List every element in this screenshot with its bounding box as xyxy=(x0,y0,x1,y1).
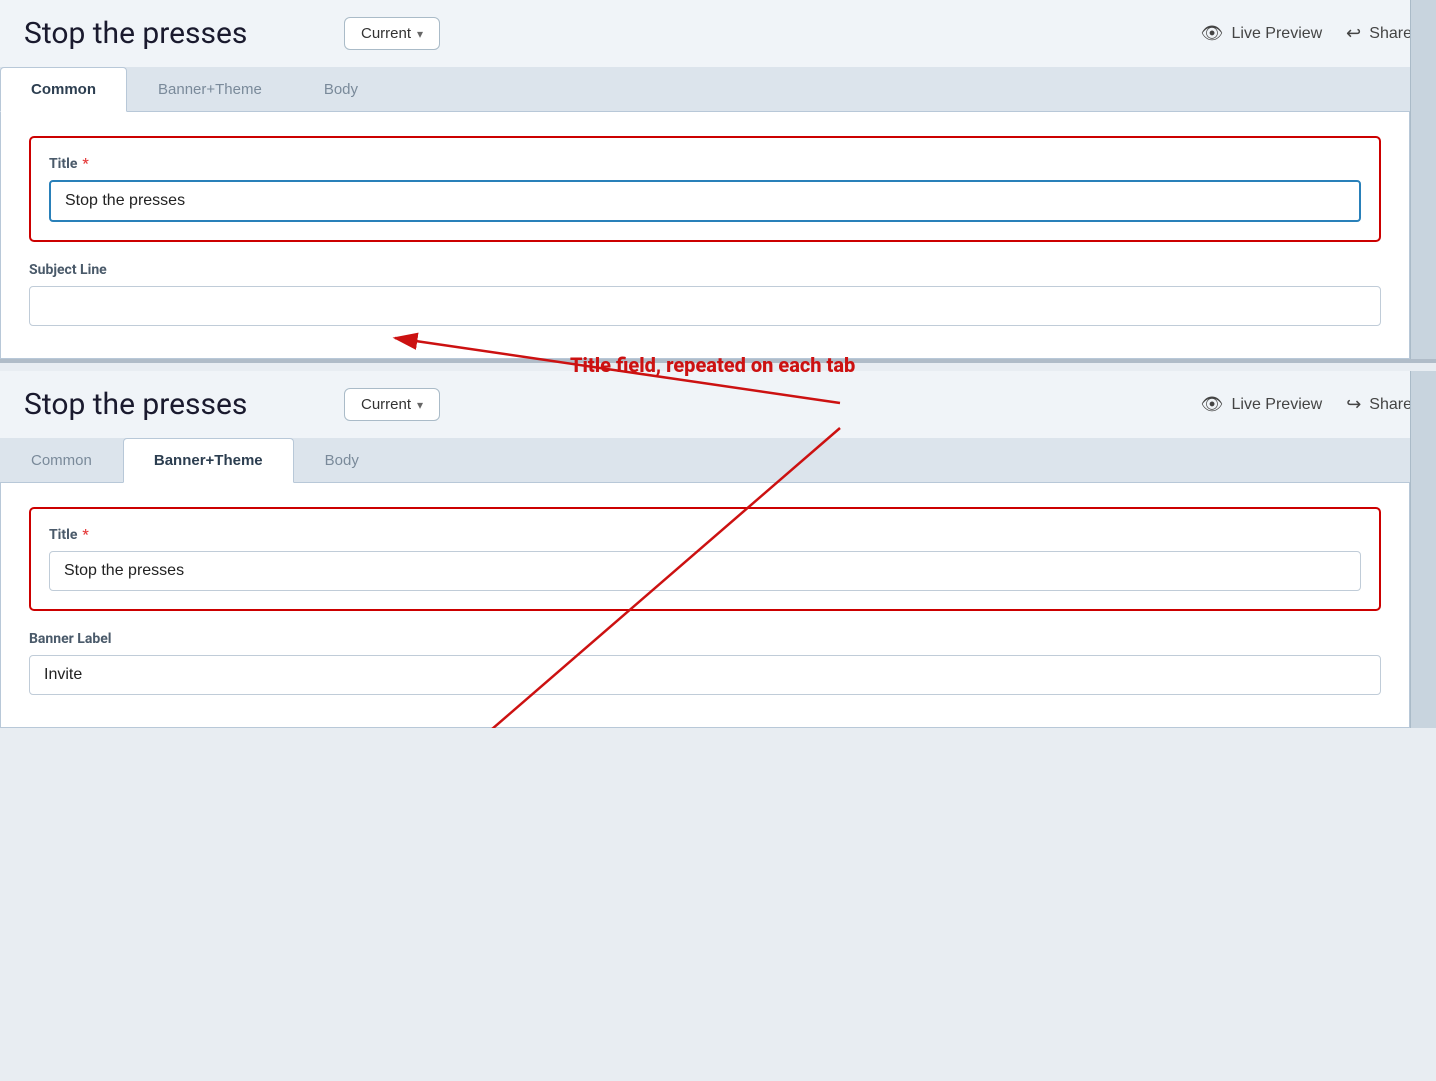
share-label: Share xyxy=(1369,25,1412,43)
banner-label-group: Banner Label xyxy=(29,631,1381,695)
title-label-bottom: Title * xyxy=(49,527,1361,543)
tab-body-top[interactable]: Body xyxy=(293,67,389,111)
tab-banner-theme-top[interactable]: Banner+Theme xyxy=(127,67,293,111)
eye-icon-bottom: 👁 xyxy=(1201,394,1224,415)
subject-line-group: Subject Line xyxy=(29,262,1381,326)
subject-line-input[interactable] xyxy=(29,286,1381,326)
share-button-bottom[interactable]: ↪ Share xyxy=(1346,394,1412,415)
required-star-bottom: * xyxy=(82,527,88,543)
right-sidebar-top xyxy=(1410,0,1436,359)
subject-line-label: Subject Line xyxy=(29,262,1381,278)
right-sidebar-bottom xyxy=(1410,371,1436,728)
version-dropdown[interactable]: Current ▾ xyxy=(344,17,440,50)
title-input-bottom[interactable] xyxy=(49,551,1361,591)
header-actions: 👁 Live Preview ↪ Share xyxy=(1201,23,1412,44)
title-field-box-top: Title * xyxy=(29,136,1381,242)
top-header: Stop the presses Current ▾ 👁 Live Previe… xyxy=(0,0,1436,67)
version-label-bottom: Current xyxy=(361,396,411,413)
tab-banner-theme-bottom[interactable]: Banner+Theme xyxy=(123,438,294,483)
share-button[interactable]: ↪ Share xyxy=(1346,23,1412,44)
title-label-top: Title * xyxy=(49,156,1361,172)
top-tab-bar: Common Banner+Theme Body xyxy=(0,67,1436,112)
share-label-bottom: Share xyxy=(1369,396,1412,414)
bottom-form-content: Title * Banner Label xyxy=(0,483,1410,728)
page-wrapper: Stop the presses Current ▾ 👁 Live Previe… xyxy=(0,0,1436,728)
eye-icon: 👁 xyxy=(1201,23,1224,44)
chevron-down-icon-bottom: ▾ xyxy=(417,398,423,412)
banner-label-input[interactable] xyxy=(29,655,1381,695)
live-preview-button-bottom[interactable]: 👁 Live Preview xyxy=(1201,394,1323,415)
live-preview-button[interactable]: 👁 Live Preview xyxy=(1201,23,1323,44)
title-field-box-bottom: Title * xyxy=(29,507,1381,611)
chevron-down-icon: ▾ xyxy=(417,27,423,41)
share-icon-bottom: ↪ xyxy=(1346,394,1361,415)
title-input-top[interactable] xyxy=(49,180,1361,222)
required-star-top: * xyxy=(82,156,88,172)
header-actions-bottom: 👁 Live Preview ↪ Share xyxy=(1201,394,1412,415)
live-preview-label: Live Preview xyxy=(1232,25,1323,43)
version-dropdown-bottom[interactable]: Current ▾ xyxy=(344,388,440,421)
bottom-header: Stop the presses Current ▾ 👁 Live Previe… xyxy=(0,371,1436,438)
page-title-bottom: Stop the presses xyxy=(24,387,344,422)
bottom-tab-bar: Common Banner+Theme Body xyxy=(0,438,1436,483)
banner-label-label: Banner Label xyxy=(29,631,1381,647)
tab-body-bottom[interactable]: Body xyxy=(294,438,390,482)
tab-common-bottom[interactable]: Common xyxy=(0,438,123,482)
live-preview-label-bottom: Live Preview xyxy=(1232,396,1323,414)
top-form-content: Title * Subject Line xyxy=(0,112,1410,359)
page-title: Stop the presses xyxy=(24,16,344,51)
share-icon: ↪ xyxy=(1346,23,1361,44)
bottom-panel-section: Stop the presses Current ▾ 👁 Live Previe… xyxy=(0,371,1436,728)
top-panel-section: Stop the presses Current ▾ 👁 Live Previe… xyxy=(0,0,1436,363)
version-label: Current xyxy=(361,25,411,42)
tab-common-top[interactable]: Common xyxy=(0,67,127,112)
